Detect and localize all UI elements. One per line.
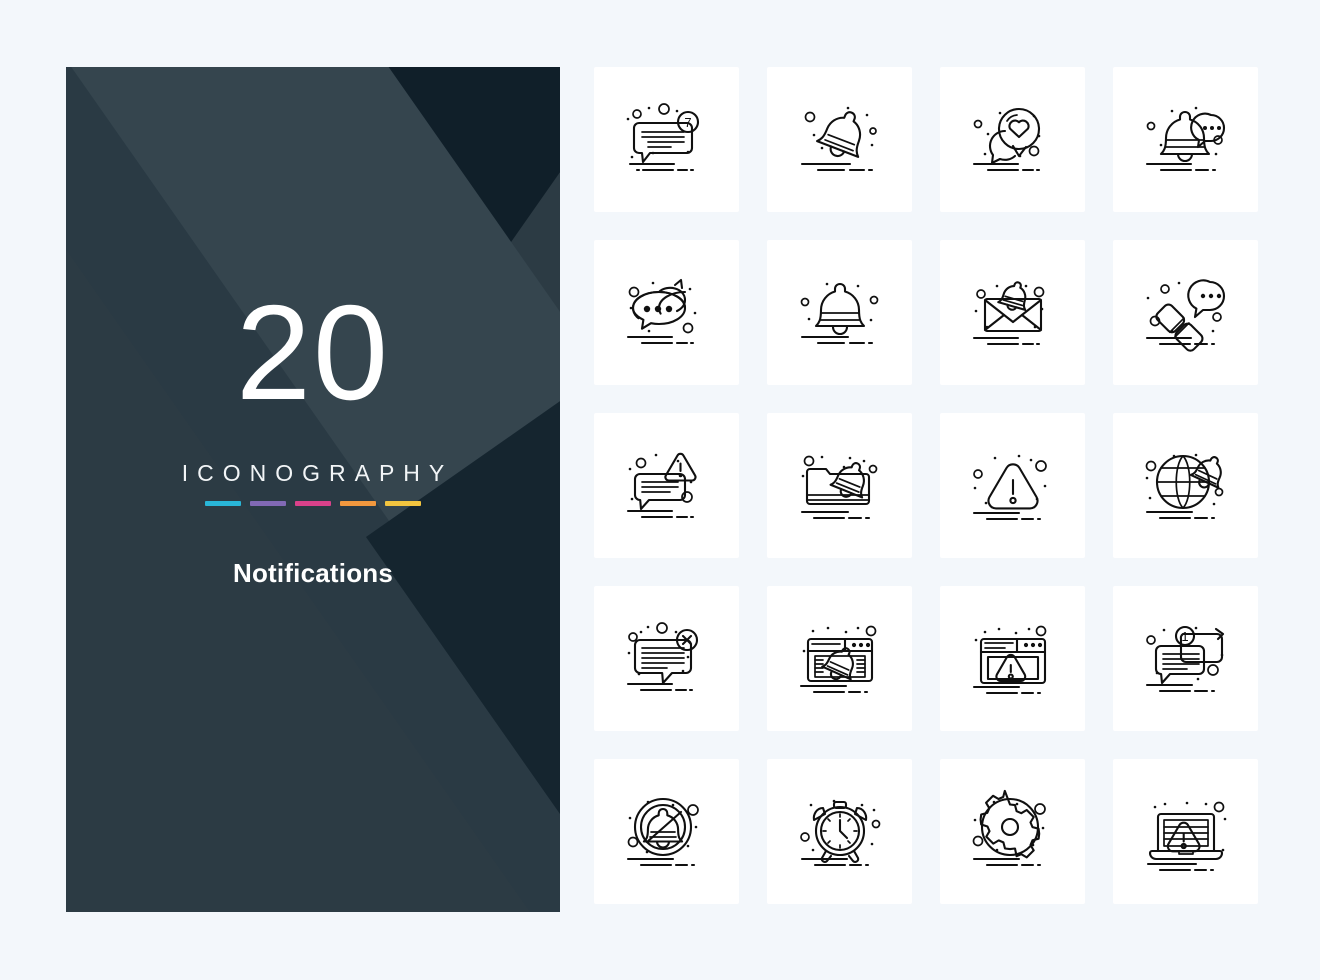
- hero-title: Notifications: [232, 558, 394, 588]
- hero-panel: 20 ICONOGRAPHY Notifications: [66, 67, 560, 912]
- icon-card-5[interactable]: [594, 240, 739, 385]
- badge-text-1: 7: [684, 115, 691, 130]
- chat-bubble-badge-icon: 7: [626, 88, 719, 192]
- icon-card-8[interactable]: [1113, 240, 1258, 385]
- icon-card-19[interactable]: [940, 759, 1085, 904]
- hero-word: ICONOGRAPHY: [181, 460, 454, 486]
- laptop-warning-icon: [1134, 780, 1226, 884]
- browser-window-warning-icon: [961, 607, 1065, 711]
- alarm-clock-icon: [788, 799, 892, 884]
- bar-pink: [295, 501, 331, 506]
- phone-chat-bubble-icon: [1134, 261, 1238, 365]
- bell-chat-bubble-icon: [1134, 106, 1238, 192]
- icon-card-17[interactable]: [594, 759, 739, 904]
- icon-card-3[interactable]: [940, 67, 1085, 212]
- bar-orange: [340, 501, 376, 506]
- chat-bubble-warning-icon: [615, 434, 719, 538]
- bar-purple: [250, 501, 286, 506]
- envelope-bell-icon: [961, 261, 1065, 365]
- icon-card-6[interactable]: [767, 240, 912, 385]
- icon-card-18[interactable]: [767, 759, 912, 904]
- bell-muted-circle-icon: [615, 780, 719, 884]
- heart-chat-bubble-icon: [961, 88, 1040, 192]
- chat-bubble-close-icon: [615, 607, 719, 711]
- icon-card-1[interactable]: 7: [594, 67, 739, 212]
- icon-card-15[interactable]: [940, 586, 1085, 731]
- globe-bell-icon: [1134, 453, 1238, 538]
- gear-circle-icon: [961, 780, 1065, 884]
- icon-card-9[interactable]: [594, 413, 739, 558]
- ringing-bell-icon: [788, 106, 892, 192]
- bar-yellow: [385, 501, 421, 506]
- badge-text-16: 1: [1181, 629, 1188, 644]
- icon-card-13[interactable]: [594, 586, 739, 731]
- folder-bell-icon: [788, 434, 892, 538]
- hero-count: 20: [235, 277, 391, 428]
- browser-window-bell-icon: [788, 607, 892, 711]
- icon-card-11[interactable]: [940, 413, 1085, 558]
- chat-bubbles-dots-icon: [615, 261, 696, 365]
- icon-card-14[interactable]: [767, 586, 912, 731]
- bell-icon: [788, 282, 892, 365]
- bar-cyan: [205, 501, 241, 506]
- icon-card-20[interactable]: [1113, 759, 1258, 904]
- icon-card-12[interactable]: [1113, 413, 1258, 558]
- icon-card-10[interactable]: [767, 413, 912, 558]
- icon-card-4[interactable]: [1113, 67, 1258, 212]
- chat-bubbles-badge-one-icon: 1: [1134, 607, 1238, 711]
- icon-grid: 7 1: [594, 67, 1259, 904]
- icon-card-16[interactable]: 1: [1113, 586, 1258, 731]
- icon-card-7[interactable]: [940, 240, 1085, 385]
- icon-card-2[interactable]: [767, 67, 912, 212]
- hero-color-bars: [205, 501, 421, 506]
- poster-root: 20 ICONOGRAPHY Notifications 7 1: [0, 0, 1320, 980]
- warning-triangle-icon: [961, 454, 1065, 538]
